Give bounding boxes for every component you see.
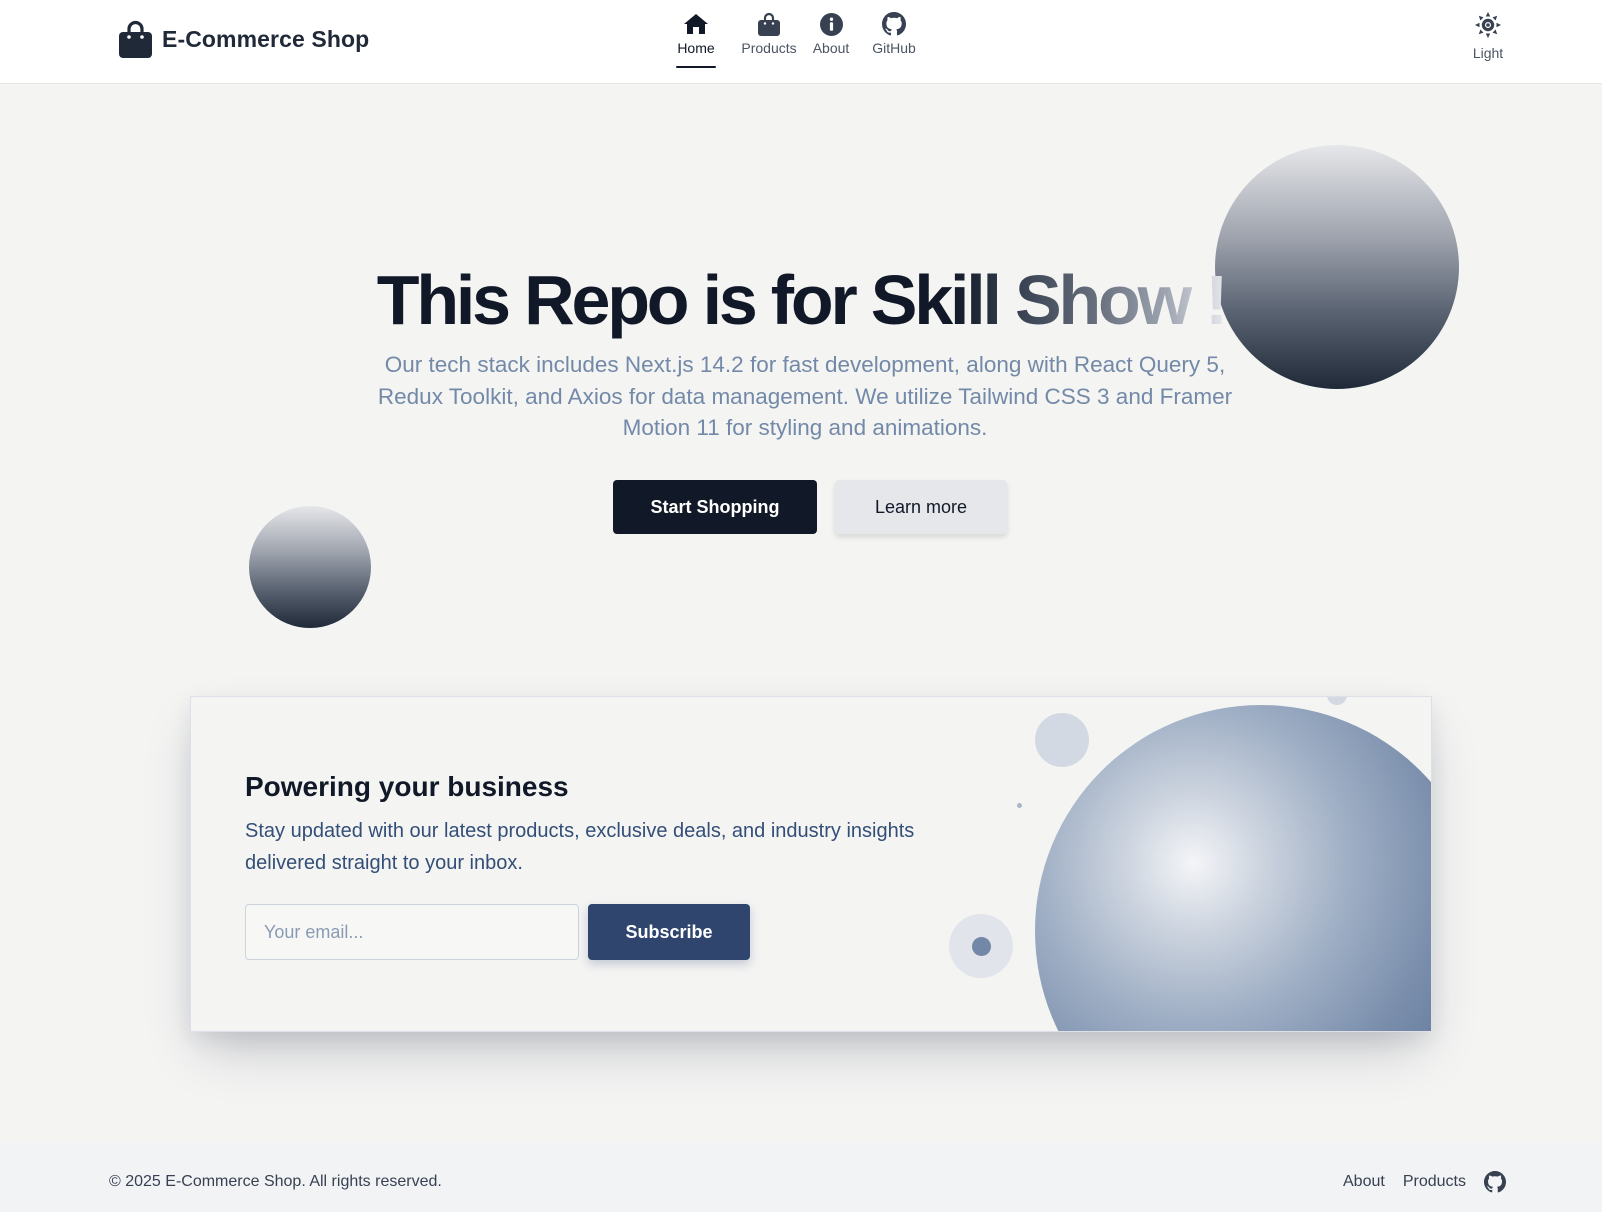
nav-about-label: About — [812, 40, 850, 56]
newsletter-card: Powering your business Stay updated with… — [190, 696, 1432, 1032]
shopping-bag-icon — [119, 20, 152, 58]
decorative-ring-core — [972, 937, 991, 956]
hero-title-main: This Repo is for Sk — [376, 261, 953, 339]
hero-description: Our tech stack includes Next.js 14.2 for… — [377, 352, 1233, 440]
newsletter-title: Powering your business — [245, 771, 569, 802]
nav-products-label: Products — [741, 40, 797, 56]
nav-github[interactable]: GitHub — [870, 8, 918, 66]
hero-title: This Repo is for Skill Show ! — [0, 258, 1602, 342]
brand-name: E-Commerce Shop — [162, 25, 370, 52]
decorative-orb-small — [249, 506, 371, 628]
footer-link-products[interactable]: Products — [1403, 1173, 1466, 1191]
nav-products[interactable]: Products — [739, 8, 799, 66]
decorative-dot — [1017, 803, 1022, 808]
github-icon — [882, 10, 906, 38]
footer: © 2025 E-Commerce Shop. All rights reser… — [0, 1142, 1602, 1212]
hero-title-gradient: ill Show ! — [949, 261, 1228, 339]
footer-links: About Products — [1343, 1171, 1506, 1193]
info-icon — [819, 10, 843, 38]
theme-toggle-label: Light — [1472, 45, 1504, 61]
shopping-bag-icon — [758, 10, 780, 38]
theme-toggle-button[interactable]: Light — [1466, 12, 1510, 61]
email-input[interactable] — [245, 904, 579, 960]
decorative-dot — [1035, 713, 1089, 767]
decorative-sphere — [1035, 705, 1431, 1031]
nav-home[interactable]: Home — [676, 8, 716, 68]
top-navbar: E-Commerce Shop Home Products About GitH… — [0, 0, 1602, 84]
subscribe-button[interactable]: Subscribe — [588, 904, 750, 960]
main-nav: Home Products About GitHub — [676, 8, 918, 68]
copyright-text: © 2025 E-Commerce Shop. All rights reser… — [109, 1173, 442, 1190]
decorative-dot — [1327, 697, 1347, 705]
nav-about[interactable]: About — [811, 8, 851, 66]
newsletter-description: Stay updated with our latest products, e… — [245, 820, 915, 874]
footer-link-about[interactable]: About — [1343, 1173, 1385, 1191]
start-shopping-button[interactable]: Start Shopping — [613, 480, 817, 534]
nav-home-label: Home — [677, 40, 715, 56]
brand-logo[interactable]: E-Commerce Shop — [119, 20, 369, 58]
home-icon — [683, 10, 709, 38]
sun-icon — [1475, 12, 1501, 43]
learn-more-button[interactable]: Learn more — [835, 480, 1007, 534]
github-icon[interactable] — [1483, 1171, 1506, 1193]
nav-github-label: GitHub — [872, 40, 916, 56]
